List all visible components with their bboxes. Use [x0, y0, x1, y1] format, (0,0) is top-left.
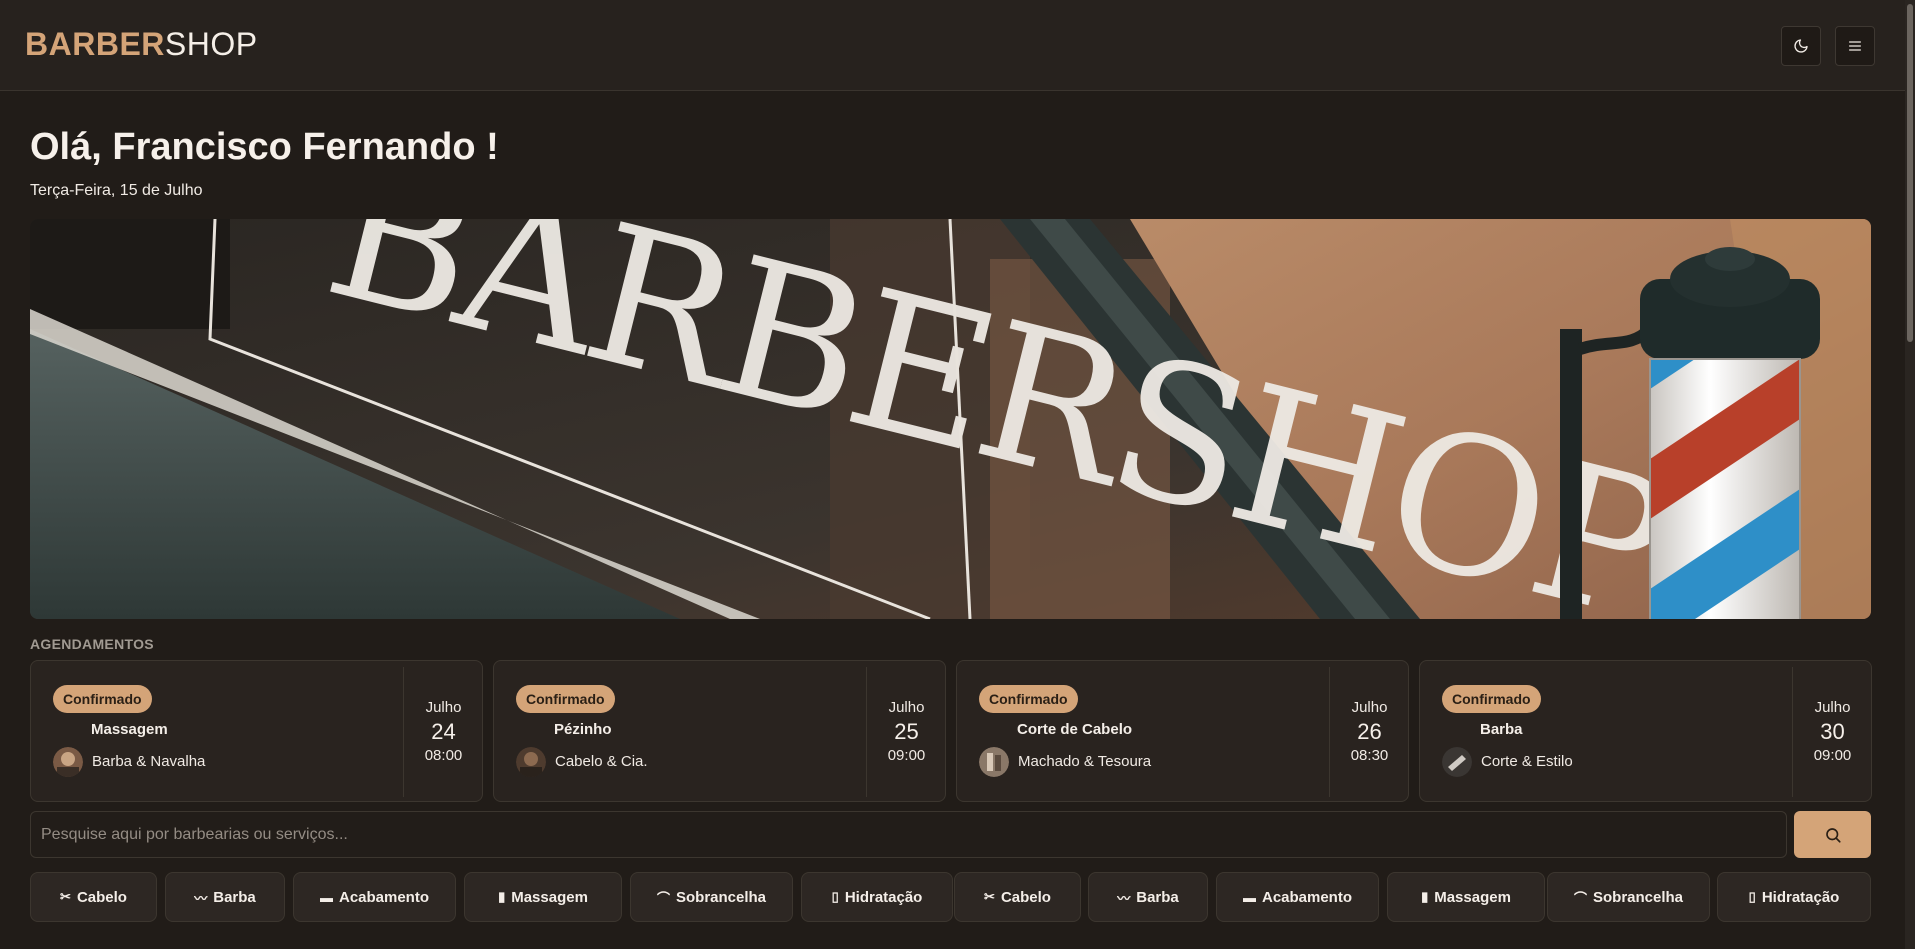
- banner-illustration: BARBERSHOP: [30, 219, 1871, 619]
- category-label: Barba: [213, 888, 256, 906]
- booking-info: Confirmado Massagem Barba & Navalha: [31, 661, 403, 803]
- booking-time: 08:30: [1350, 747, 1389, 764]
- menu-button[interactable]: [1835, 26, 1875, 66]
- barbershop-name: Cabelo & Cia.: [555, 753, 648, 770]
- barbershop-name: Corte & Estilo: [1481, 753, 1573, 770]
- eyebrow-icon: ⌒: [656, 890, 670, 906]
- category-label: Massagem: [1434, 888, 1511, 906]
- search-button[interactable]: [1794, 811, 1871, 858]
- category-chip-cabelo[interactable]: ✂ Cabelo: [954, 872, 1081, 922]
- page-scrollbar[interactable]: [1905, 0, 1915, 949]
- category-chip-acabamento[interactable]: ▬ Acabamento: [1216, 872, 1379, 922]
- logo[interactable]: BARBERSHOP: [25, 26, 258, 63]
- service-name: Pézinho: [554, 721, 612, 738]
- bottle-icon: ▯: [1748, 889, 1756, 904]
- razor-icon: ▬: [1242, 889, 1256, 905]
- scissors-icon: ✂: [984, 889, 995, 904]
- service-name: Massagem: [91, 721, 168, 738]
- category-list: ✂ Cabelo 〰 Barba ▬ Acabamento ▮ Massagem ⌒ So…: [30, 872, 1871, 922]
- category-label: Massagem: [511, 888, 588, 906]
- booking-month: Julho: [425, 699, 462, 716]
- top-header: BARBERSHOP: [0, 0, 1905, 91]
- booking-day: 25: [894, 719, 919, 744]
- category-chip-hidratacao[interactable]: ▯ Hidratação: [1717, 872, 1871, 922]
- barbershop-name: Barba & Navalha: [92, 753, 206, 770]
- category-chip-barba[interactable]: 〰 Barba: [165, 872, 285, 922]
- scissors-icon: ✂: [60, 889, 71, 904]
- mustache-icon: 〰: [194, 890, 208, 906]
- status-badge: Confirmado: [516, 685, 615, 713]
- greeting-title: Olá, Francisco Fernando !: [30, 126, 499, 168]
- razor-icon: ▬: [319, 889, 333, 905]
- category-label: Cabelo: [76, 888, 127, 906]
- avatar: [516, 747, 546, 777]
- status-badge: Confirmado: [979, 685, 1078, 713]
- towel-icon: ▮: [498, 889, 506, 904]
- category-chip-barba[interactable]: 〰 Barba: [1088, 872, 1208, 922]
- category-chip-massagem[interactable]: ▮ Massagem: [1387, 872, 1545, 922]
- booking-card[interactable]: Confirmado Pézinho Cabelo & Cia. Julho 2…: [493, 660, 946, 802]
- booking-time: 08:00: [424, 747, 463, 764]
- service-name: Barba: [1480, 721, 1523, 738]
- booking-day: 30: [1820, 719, 1845, 744]
- booking-month: Julho: [888, 699, 925, 716]
- category-label: Acabamento: [338, 888, 430, 906]
- category-chip-hidratacao[interactable]: ▯ Hidratação: [801, 872, 953, 922]
- scrollbar-thumb[interactable]: [1907, 4, 1913, 342]
- barbershop-name: Machado & Tesoura: [1018, 753, 1152, 770]
- search-icon: [1825, 827, 1841, 843]
- booking-info: Confirmado Barba Corte & Estilo: [1420, 661, 1792, 803]
- category-chip-cabelo[interactable]: ✂ Cabelo: [30, 872, 157, 922]
- status-badge: Confirmado: [53, 685, 152, 713]
- menu-icon: [1849, 41, 1861, 51]
- booking-time: 09:00: [1813, 747, 1852, 764]
- mustache-icon: 〰: [1117, 890, 1131, 906]
- category-label: Barba: [1136, 888, 1179, 906]
- category-label: Acabamento: [1261, 888, 1353, 906]
- avatar: [1442, 747, 1472, 777]
- category-label: Sobrancelha: [1592, 888, 1684, 906]
- avatar: [979, 747, 1009, 777]
- booking-month: Julho: [1351, 699, 1388, 716]
- booking-info: Confirmado Corte de Cabelo Machado & Tes…: [957, 661, 1329, 803]
- category-label: Cabelo: [1000, 888, 1051, 906]
- search-input[interactable]: [30, 811, 1787, 858]
- hero-banner-image: BARBERSHOP: [30, 219, 1871, 619]
- avatar: [53, 747, 83, 777]
- booking-date: Julho 26 08:30: [1330, 661, 1409, 803]
- category-chip-acabamento[interactable]: ▬ Acabamento: [293, 872, 456, 922]
- booking-day: 24: [431, 719, 456, 744]
- theme-toggle-button[interactable]: [1781, 26, 1821, 66]
- category-chip-massagem[interactable]: ▮ Massagem: [464, 872, 622, 922]
- booking-date: Julho 25 09:00: [867, 661, 946, 803]
- eyebrow-icon: ⌒: [1573, 890, 1587, 906]
- bottle-icon: ▯: [831, 889, 839, 904]
- booking-day: 26: [1357, 719, 1382, 744]
- moon-icon: [1794, 39, 1808, 53]
- logo-bold-text: BARBER: [25, 26, 165, 62]
- service-name: Corte de Cabelo: [1017, 721, 1133, 738]
- category-chip-sobrancelha[interactable]: ⌒ Sobrancelha: [1547, 872, 1710, 922]
- bookings-section-title: AGENDAMENTOS: [30, 636, 154, 652]
- category-label: Sobrancelha: [675, 888, 767, 906]
- booking-time: 09:00: [887, 747, 926, 764]
- current-date: Terça-Feira, 15 de Julho: [30, 182, 203, 199]
- category-label: Hidratação: [844, 888, 923, 906]
- category-chip-sobrancelha[interactable]: ⌒ Sobrancelha: [630, 872, 793, 922]
- booking-month: Julho: [1814, 699, 1851, 716]
- status-badge: Confirmado: [1442, 685, 1541, 713]
- logo-light-text: SHOP: [164, 26, 258, 62]
- bookings-list: Confirmado Massagem Barba & Navalha Julh…: [30, 660, 1872, 802]
- booking-card[interactable]: Confirmado Massagem Barba & Navalha Julh…: [30, 660, 483, 802]
- booking-info: Confirmado Pézinho Cabelo & Cia.: [494, 661, 866, 803]
- towel-icon: ▮: [1421, 889, 1429, 904]
- booking-date: Julho 24 08:00: [404, 661, 483, 803]
- booking-card[interactable]: Confirmado Barba Corte & Estilo Julho 30…: [1419, 660, 1872, 802]
- booking-card[interactable]: Confirmado Corte de Cabelo Machado & Tes…: [956, 660, 1409, 802]
- booking-date: Julho 30 09:00: [1793, 661, 1872, 803]
- category-label: Hidratação: [1761, 888, 1840, 906]
